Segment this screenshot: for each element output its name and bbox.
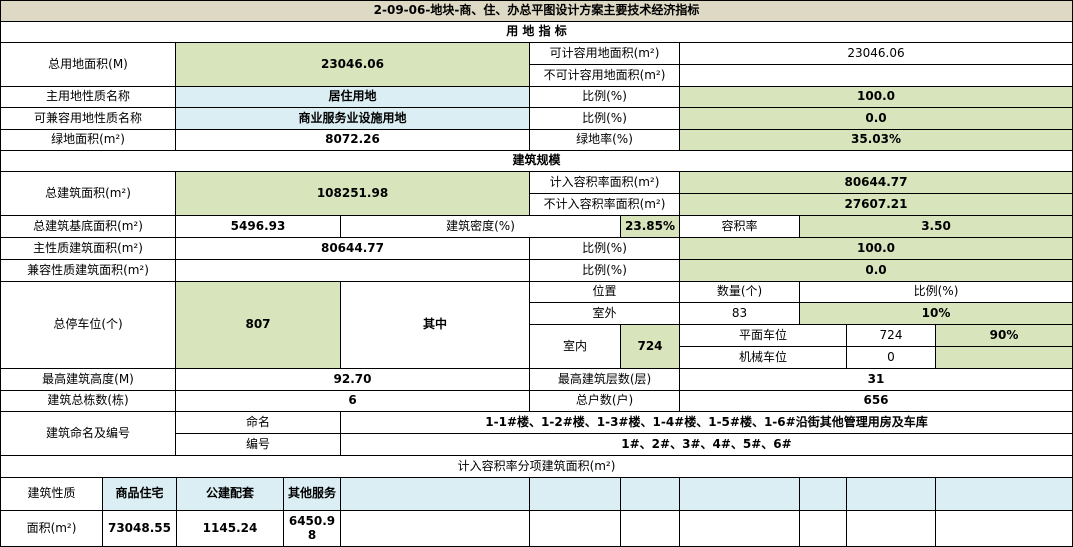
noncalc-land-area-label: 不可计容用地面积(m²) — [530, 65, 680, 87]
sub-area-label: 面积(m²) — [0, 511, 103, 547]
parking-mechanical-ratio — [936, 347, 1073, 369]
density-value: 23.85% — [621, 216, 680, 238]
main-use-ratio-label: 比例(%) — [530, 87, 680, 108]
section-sub-area-header: 计入容积率分项建筑面积(m²) — [0, 456, 1073, 478]
name-sub-label: 命名 — [176, 412, 341, 434]
parking-outdoor-ratio: 10% — [800, 303, 1073, 325]
main-building-ratio-value: 100.0 — [680, 238, 1073, 260]
parking-surface-count: 724 — [847, 325, 936, 347]
technical-indicators-table: 2-09-06-地块-商、住、办总平图设计方案主要技术经济指标 用 地 指 标 … — [0, 0, 1073, 547]
max-height-label: 最高建筑高度(M) — [0, 369, 176, 391]
parking-surface-label: 平面车位 — [680, 325, 847, 347]
parking-ratio-header: 比例(%) — [800, 282, 1073, 303]
parking-count-header: 数量(个) — [680, 282, 800, 303]
compat-building-ratio-label: 比例(%) — [530, 260, 680, 282]
building-count-value: 6 — [176, 391, 530, 412]
table-title: 2-09-06-地块-商、住、办总平图设计方案主要技术经济指标 — [0, 0, 1073, 22]
green-area-value: 8072.26 — [176, 130, 530, 151]
parking-indoor-count: 724 — [621, 325, 680, 369]
building-count-label: 建筑总栋数(栋) — [0, 391, 176, 412]
calc-land-area-label: 可计容用地面积(m²) — [530, 43, 680, 65]
green-rate-value: 35.03% — [680, 130, 1073, 151]
households-label: 总户数(户) — [530, 391, 680, 412]
total-land-area-label: 总用地面积(M) — [0, 43, 176, 87]
far-area-value: 80644.77 — [680, 172, 1073, 194]
total-land-area-value: 23046.06 — [176, 43, 530, 87]
parking-outdoor-count: 83 — [680, 303, 800, 325]
parking-total-value: 807 — [176, 282, 341, 369]
sub-value-empty — [847, 511, 936, 547]
sub-header-empty — [800, 478, 847, 511]
parking-indoor-label: 室内 — [530, 325, 621, 369]
calc-land-area-value: 23046.06 — [680, 43, 1073, 65]
base-area-label: 总建筑基底面积(m²) — [0, 216, 176, 238]
sub-header-public: 公建配套 — [177, 478, 284, 511]
green-rate-label: 绿地率(%) — [530, 130, 680, 151]
max-floors-value: 31 — [680, 369, 1073, 391]
number-sub-label: 编号 — [176, 434, 341, 456]
main-use-value: 居住用地 — [176, 87, 530, 108]
section-land-header: 用 地 指 标 — [0, 22, 1073, 43]
sub-value-empty — [680, 511, 800, 547]
compat-building-ratio-value: 0.0 — [680, 260, 1073, 282]
compat-use-ratio-label: 比例(%) — [530, 108, 680, 130]
naming-label: 建筑命名及编号 — [0, 412, 176, 456]
main-building-area-value: 80644.77 — [176, 238, 530, 260]
sub-header-empty — [530, 478, 621, 511]
parking-total-label: 总停车位(个) — [0, 282, 176, 369]
parking-of-which-label: 其中 — [341, 282, 530, 369]
compat-use-label: 可兼容用地性质名称 — [0, 108, 176, 130]
section-building-header: 建筑规模 — [0, 151, 1073, 172]
nonfar-area-value: 27607.21 — [680, 194, 1073, 216]
far-area-label: 计入容积率面积(m²) — [530, 172, 680, 194]
far-label: 容积率 — [680, 216, 800, 238]
households-value: 656 — [680, 391, 1073, 412]
main-building-area-label: 主性质建筑面积(m²) — [0, 238, 176, 260]
sub-header-empty — [341, 478, 530, 511]
main-use-ratio-value: 100.0 — [680, 87, 1073, 108]
sub-value-empty — [530, 511, 621, 547]
sub-header-empty — [936, 478, 1073, 511]
compat-use-ratio-value: 0.0 — [680, 108, 1073, 130]
name-value: 1-1#楼、1-2#楼、1-3#楼、1-4#楼、1-5#楼、1-6#沿街其他管理… — [341, 412, 1073, 434]
number-value: 1#、2#、3#、4#、5#、6# — [341, 434, 1073, 456]
sub-value-housing: 73048.55 — [103, 511, 177, 547]
density-label: 建筑密度(%) — [341, 216, 621, 238]
parking-position-header: 位置 — [530, 282, 680, 303]
main-use-label: 主用地性质名称 — [0, 87, 176, 108]
base-area-value: 5496.93 — [176, 216, 341, 238]
compat-building-area-value — [176, 260, 530, 282]
sub-header-empty — [621, 478, 680, 511]
parking-surface-ratio: 90% — [936, 325, 1073, 347]
noncalc-land-area-value — [680, 65, 1073, 87]
sub-value-other: 6450.98 — [284, 511, 341, 547]
parking-outdoor-label: 室外 — [530, 303, 680, 325]
sub-value-empty — [621, 511, 680, 547]
sub-value-empty — [936, 511, 1073, 547]
green-area-label: 绿地面积(m²) — [0, 130, 176, 151]
total-building-area-value: 108251.98 — [176, 172, 530, 216]
total-building-area-label: 总建筑面积(m²) — [0, 172, 176, 216]
max-floors-label: 最高建筑层数(层) — [530, 369, 680, 391]
nonfar-area-label: 不计入容积率面积(m²) — [530, 194, 680, 216]
sub-value-empty — [341, 511, 530, 547]
far-value: 3.50 — [800, 216, 1073, 238]
sub-header-housing: 商品住宅 — [103, 478, 177, 511]
sub-header-other: 其他服务 — [284, 478, 341, 511]
parking-mechanical-count: 0 — [847, 347, 936, 369]
sub-header-empty — [680, 478, 800, 511]
compat-building-area-label: 兼容性质建筑面积(m²) — [0, 260, 176, 282]
max-height-value: 92.70 — [176, 369, 530, 391]
sub-type-label: 建筑性质 — [0, 478, 103, 511]
sub-value-empty — [800, 511, 847, 547]
main-building-ratio-label: 比例(%) — [530, 238, 680, 260]
compat-use-value: 商业服务业设施用地 — [176, 108, 530, 130]
sub-value-public: 1145.24 — [177, 511, 284, 547]
parking-mechanical-label: 机械车位 — [680, 347, 847, 369]
sub-header-empty — [847, 478, 936, 511]
